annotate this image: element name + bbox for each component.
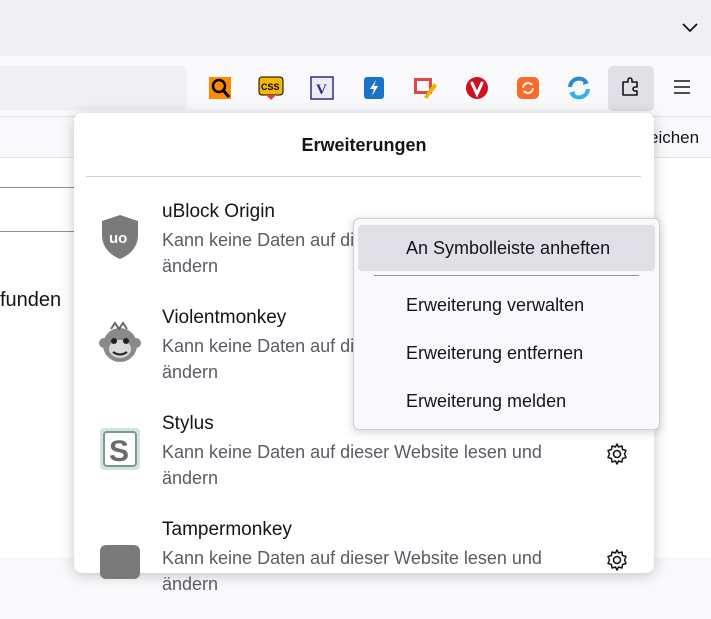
hamburger-icon	[673, 79, 691, 100]
report-extension-menu-item[interactable]: Erweiterung melden	[358, 378, 655, 424]
panel-title: Erweiterungen	[301, 135, 427, 155]
extension-name: Stylus	[162, 413, 214, 434]
url-bar[interactable]	[0, 66, 187, 110]
puzzle-icon	[620, 75, 642, 102]
tab-strip	[0, 0, 711, 56]
svg-text:V: V	[316, 82, 327, 98]
extension-description: Kann keine Daten auf dieser Website lese…	[162, 442, 542, 488]
manage-extension-menu-item[interactable]: Erweiterung verwalten	[358, 282, 655, 328]
sync-extension-icon[interactable]	[514, 74, 542, 102]
svg-text:S: S	[109, 435, 129, 468]
search-extension-icon[interactable]	[206, 74, 234, 102]
svg-text:uo: uo	[109, 230, 127, 247]
ublock-shield-icon: uo	[96, 213, 144, 261]
page-divider	[0, 231, 74, 232]
refresh-extension-icon[interactable]	[565, 74, 593, 102]
css-extension-icon[interactable]: CSS	[257, 74, 285, 102]
bookmark-label[interactable]: eichen	[649, 128, 699, 148]
pin-to-toolbar-menu-item[interactable]: An Symbolleiste anheften	[358, 225, 655, 271]
page-divider	[0, 187, 74, 188]
tampermonkey-icon	[96, 531, 144, 579]
extension-name: uBlock Origin	[162, 201, 275, 222]
extension-name: Violentmonkey	[162, 307, 287, 328]
extension-name: Tampermonkey	[162, 519, 292, 540]
chevron-down-icon[interactable]	[679, 16, 701, 38]
v-extension-icon[interactable]: V	[308, 74, 336, 102]
extension-item-tampermonkey[interactable]: Tampermonkey Kann keine Daten auf dieser…	[74, 519, 654, 619]
extensions-button[interactable]	[608, 66, 654, 111]
monkey-icon	[96, 319, 144, 367]
bolt-extension-icon[interactable]	[360, 74, 388, 102]
vivaldi-extension-icon[interactable]	[463, 74, 491, 102]
page-text: funden	[0, 289, 62, 311]
stylus-s-icon: S	[96, 425, 144, 473]
svg-text:CSS: CSS	[261, 82, 280, 92]
gear-icon[interactable]	[604, 441, 630, 467]
gear-icon[interactable]	[604, 547, 630, 573]
app-menu-button[interactable]	[664, 74, 700, 104]
panel-separator	[86, 176, 641, 177]
picture-edit-extension-icon[interactable]	[411, 74, 439, 102]
extension-description: Kann keine Daten auf dieser Website lese…	[162, 548, 542, 594]
menu-separator	[374, 275, 639, 276]
extension-context-menu: An Symbolleiste anheften Erweiterung ver…	[353, 218, 660, 430]
remove-extension-menu-item[interactable]: Erweiterung entfernen	[358, 330, 655, 376]
